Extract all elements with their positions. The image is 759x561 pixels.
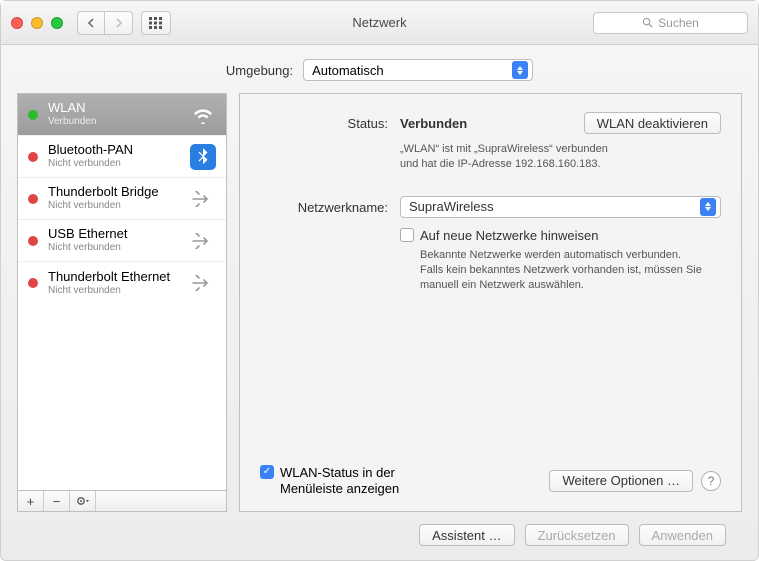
location-select[interactable]: Automatisch [303, 59, 533, 81]
service-status: Nicht verbunden [48, 200, 180, 212]
status-dot-disconnected-icon [28, 236, 38, 246]
help-button[interactable]: ? [701, 471, 721, 491]
search-placeholder: Suchen [658, 16, 699, 30]
service-status: Verbunden [48, 116, 180, 128]
status-label: Status: [260, 112, 400, 131]
service-sidebar: WLAN Verbunden Bluetooth-PAN Nicht verbu… [17, 93, 227, 512]
revert-button[interactable]: Zurücksetzen [525, 524, 629, 546]
minimize-window-button[interactable] [31, 17, 43, 29]
search-input[interactable]: Suchen [593, 12, 748, 34]
location-row: Umgebung: Automatisch [17, 59, 742, 81]
notify-new-networks-checkbox-row: Auf neue Netzwerke hinweisen [400, 228, 721, 244]
select-stepper-icon [512, 61, 528, 79]
menubar-status-checkbox[interactable] [260, 465, 274, 479]
nav-buttons [77, 11, 133, 35]
wifi-icon [190, 102, 216, 128]
status-dot-disconnected-icon [28, 152, 38, 162]
columns: WLAN Verbunden Bluetooth-PAN Nicht verbu… [17, 93, 742, 512]
network-name-row: Netzwerkname: SupraWireless Auf neue Net… [260, 196, 721, 293]
apply-button[interactable]: Anwenden [639, 524, 726, 546]
service-status: Nicht verbunden [48, 242, 180, 254]
window-body: Umgebung: Automatisch WLAN Verbunden [1, 45, 758, 560]
status-dot-connected-icon [28, 110, 38, 120]
gear-icon [76, 495, 90, 507]
notify-new-networks-checkbox[interactable] [400, 228, 414, 242]
status-dot-disconnected-icon [28, 278, 38, 288]
remove-service-button[interactable]: − [44, 491, 70, 511]
chevron-left-icon [87, 18, 95, 28]
service-name: Bluetooth-PAN [48, 143, 180, 158]
network-preferences-window: Netzwerk Suchen Umgebung: Automatisch WL… [0, 0, 759, 561]
service-status: Nicht verbunden [48, 158, 180, 170]
menubar-status-label: WLAN-Status in der Menüleiste anzeigen [280, 465, 399, 498]
service-actions-button[interactable] [70, 491, 96, 511]
detail-pane: Status: Verbunden WLAN deaktivieren „WLA… [239, 93, 742, 512]
status-dot-disconnected-icon [28, 194, 38, 204]
footer-buttons: Assistent … Zurücksetzen Anwenden [17, 512, 742, 546]
sidebar-item-wlan[interactable]: WLAN Verbunden [18, 94, 226, 136]
add-service-button[interactable]: + [18, 491, 44, 511]
location-value: Automatisch [312, 63, 384, 78]
advanced-options-button[interactable]: Weitere Optionen … [549, 470, 693, 492]
sidebar-item-thunderbolt-bridge[interactable]: Thunderbolt Bridge Nicht verbunden [18, 178, 226, 220]
select-stepper-icon [700, 198, 716, 216]
ethernet-icon [190, 270, 216, 296]
network-name-select[interactable]: SupraWireless [400, 196, 721, 218]
network-name-value: SupraWireless [409, 199, 494, 214]
close-window-button[interactable] [11, 17, 23, 29]
zoom-window-button[interactable] [51, 17, 63, 29]
status-detail: „WLAN“ ist mit „SupraWireless“ verbunden… [400, 142, 721, 172]
sidebar-item-usb-ethernet[interactable]: USB Ethernet Nicht verbunden [18, 220, 226, 262]
wlan-deactivate-button[interactable]: WLAN deaktivieren [584, 112, 721, 134]
status-value: Verbunden [400, 116, 467, 131]
search-icon [642, 17, 653, 28]
forward-button[interactable] [105, 11, 133, 35]
notify-new-networks-label: Auf neue Netzwerke hinweisen [420, 228, 599, 244]
sidebar-item-thunderbolt-ethernet[interactable]: Thunderbolt Ethernet Nicht verbunden [18, 262, 226, 304]
bottom-row: WLAN-Status in der Menüleiste anzeigen W… [260, 465, 721, 498]
service-name: Thunderbolt Bridge [48, 185, 180, 200]
status-row: Status: Verbunden WLAN deaktivieren „WLA… [260, 112, 721, 172]
sidebar-item-bluetooth-pan[interactable]: Bluetooth-PAN Nicht verbunden [18, 136, 226, 178]
service-status: Nicht verbunden [48, 285, 180, 297]
location-label: Umgebung: [226, 63, 293, 78]
titlebar: Netzwerk Suchen [1, 1, 758, 45]
back-button[interactable] [77, 11, 105, 35]
grid-icon [149, 17, 163, 29]
service-name: Thunderbolt Ethernet [48, 270, 180, 285]
bluetooth-icon [190, 144, 216, 170]
notify-help-text: Bekannte Netzwerke werden automatisch ve… [420, 248, 721, 293]
window-controls [11, 17, 63, 29]
assistant-button[interactable]: Assistent … [419, 524, 514, 546]
service-name: USB Ethernet [48, 227, 180, 242]
chevron-right-icon [115, 18, 123, 28]
service-name: WLAN [48, 101, 180, 116]
ethernet-icon [190, 186, 216, 212]
service-list[interactable]: WLAN Verbunden Bluetooth-PAN Nicht verbu… [17, 93, 227, 490]
menubar-status-checkbox-row: WLAN-Status in der Menüleiste anzeigen [260, 465, 399, 498]
show-all-button[interactable] [141, 11, 171, 35]
ethernet-icon [190, 228, 216, 254]
network-name-label: Netzwerkname: [260, 196, 400, 215]
service-toolbar: + − [17, 490, 227, 512]
